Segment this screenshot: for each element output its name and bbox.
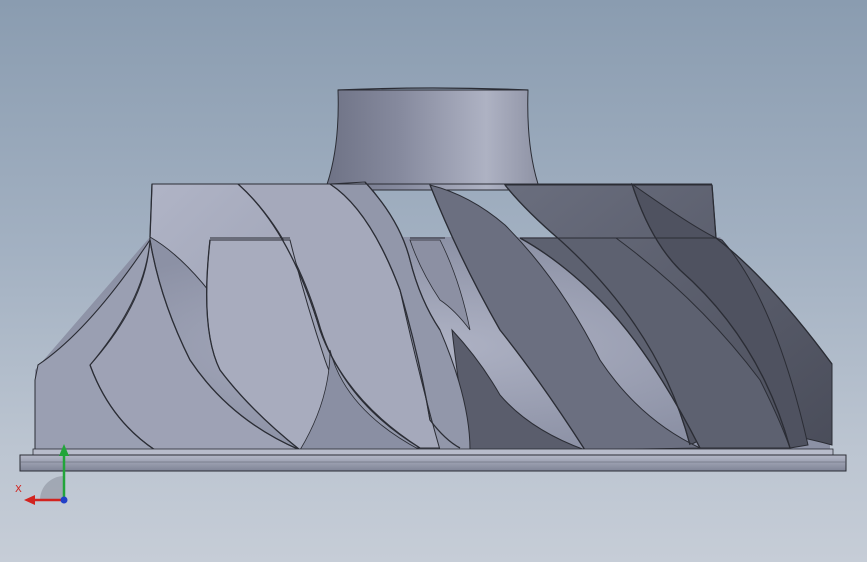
x-axis-label: X (15, 484, 22, 495)
coordinate-triad (24, 444, 69, 505)
graphics-viewport[interactable]: X (0, 0, 867, 562)
z-axis-dot (60, 496, 68, 504)
